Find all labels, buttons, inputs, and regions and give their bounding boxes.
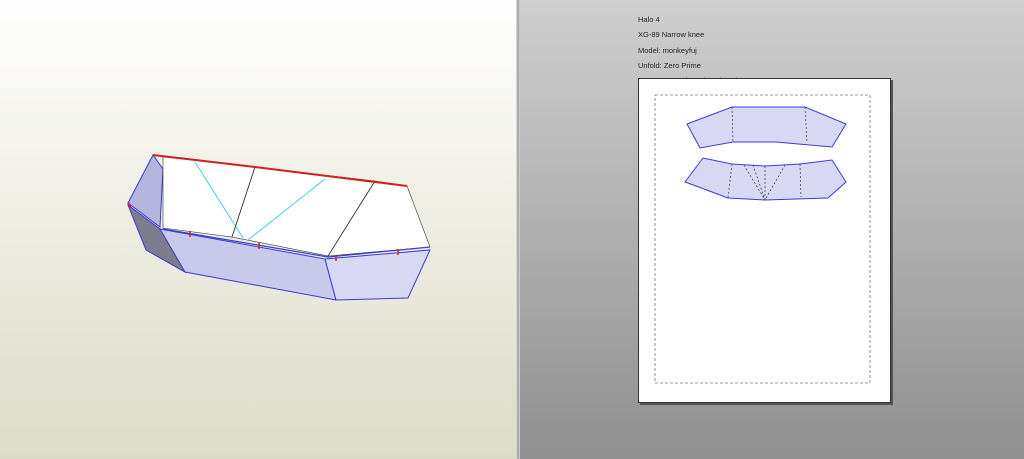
unfold-part-1[interactable] [686, 106, 847, 149]
info-unfold: Unfold: Zero Prime [638, 60, 701, 70]
unfold-part-2[interactable] [684, 157, 847, 201]
3d-model-view[interactable] [0, 0, 516, 459]
info-text: Halo 4 XG-89 Narrow knee Model: monkeyfu… [638, 12, 742, 88]
info-title: Halo 4 [638, 15, 660, 24]
knee-armor-model [126, 154, 431, 301]
model-face-right-front [324, 249, 431, 301]
info-part: XG-89 Narrow knee [638, 30, 705, 40]
info-model: Model: monkeyfuj [638, 45, 697, 55]
2d-unfold-view[interactable]: Halo 4 XG-89 Narrow knee Model: monkeyfu… [520, 0, 1024, 459]
print-page [638, 78, 891, 403]
